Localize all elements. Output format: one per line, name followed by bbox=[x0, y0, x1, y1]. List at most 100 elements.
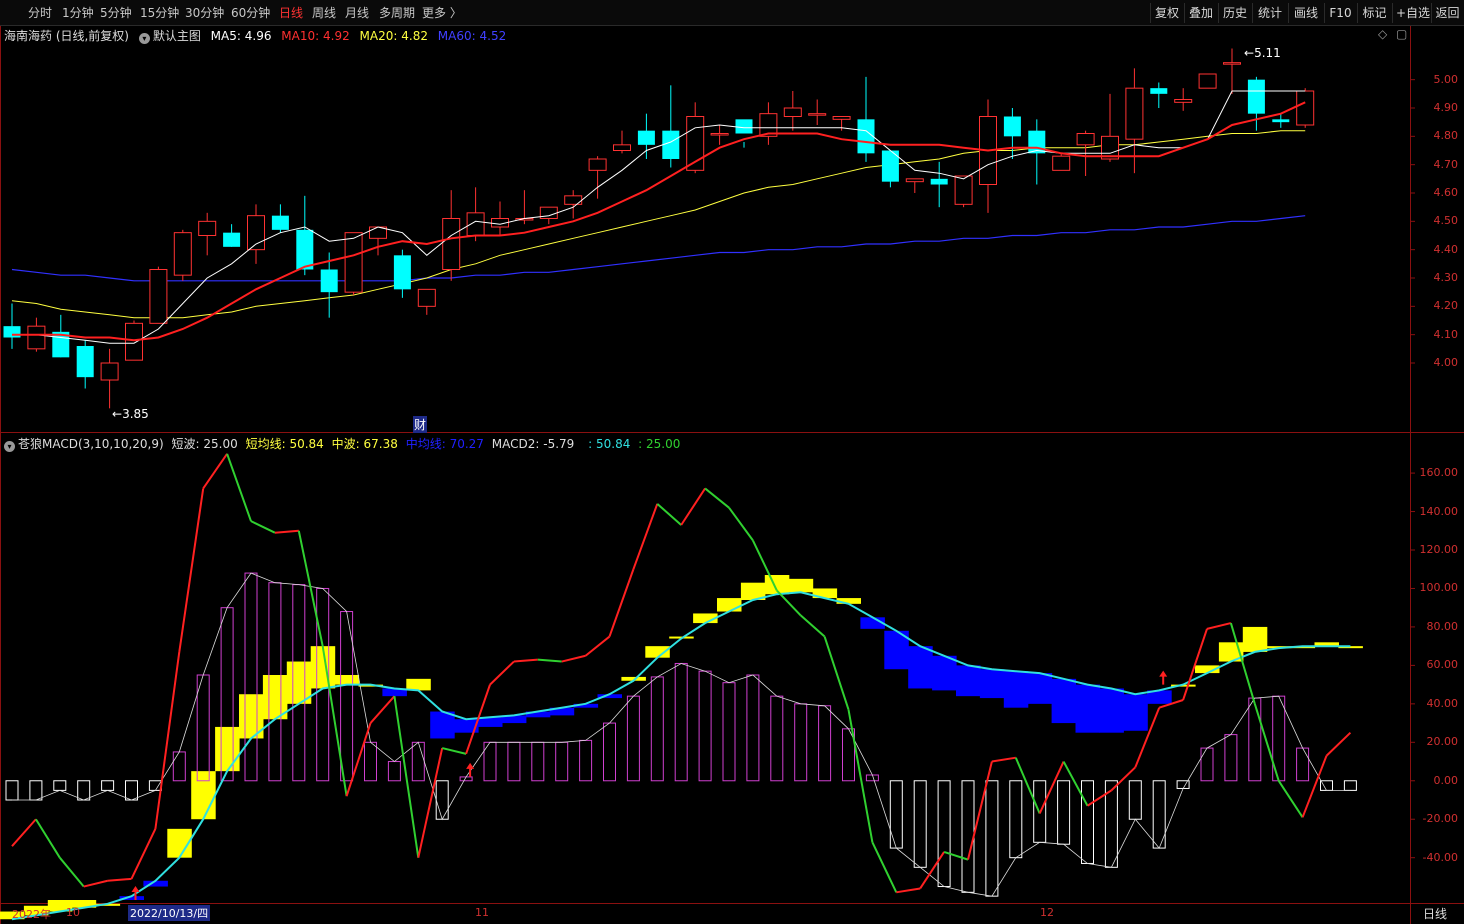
short-wave-segment bbox=[274, 529, 299, 534]
macd-tick-label: 120.00 bbox=[1419, 543, 1459, 556]
macd2-bar bbox=[364, 741, 377, 782]
macd2-bar bbox=[1224, 734, 1238, 782]
macd2-bar bbox=[148, 780, 162, 791]
dropdown-icon[interactable]: ▾ bbox=[138, 33, 150, 44]
band-block bbox=[645, 646, 670, 658]
finance-marker[interactable]: 财 bbox=[413, 416, 428, 433]
candle-body bbox=[223, 232, 241, 247]
macd2-bar bbox=[340, 611, 354, 782]
band-block bbox=[1051, 678, 1077, 724]
macd2-bar bbox=[698, 670, 712, 782]
short-wave-segment bbox=[1206, 622, 1232, 630]
short-wave-segment bbox=[728, 507, 754, 541]
short-wave-segment bbox=[1086, 789, 1112, 807]
band-block bbox=[1099, 688, 1124, 733]
price-tick-label: 4.20 bbox=[1433, 299, 1459, 313]
short-wave-segment bbox=[130, 828, 157, 880]
macd2-bar bbox=[1057, 780, 1071, 845]
diamond-icon[interactable]: ◇ bbox=[1378, 27, 1387, 41]
candle-body bbox=[1296, 90, 1315, 126]
candle-body bbox=[125, 322, 143, 361]
short-wave-segment bbox=[1062, 761, 1089, 807]
macd2-bar bbox=[937, 780, 951, 888]
macd2-bar bbox=[29, 780, 43, 801]
candle-body bbox=[296, 229, 314, 270]
short-wave-segment bbox=[561, 654, 586, 663]
macd2-bar bbox=[172, 751, 186, 782]
short-wave-segment bbox=[35, 818, 61, 859]
candle-body bbox=[1125, 87, 1144, 140]
short-wave-segment bbox=[441, 747, 467, 755]
short-wave-segment bbox=[967, 761, 993, 860]
short-wave-segment bbox=[489, 660, 515, 686]
period-indicator: 日线 bbox=[1423, 907, 1448, 921]
short-wave-segment bbox=[1038, 761, 1065, 814]
macd2-bar bbox=[1200, 747, 1214, 782]
band-block bbox=[788, 578, 814, 593]
band-block bbox=[956, 665, 981, 697]
buy-arrow-icon bbox=[1159, 670, 1168, 685]
macd2-bar bbox=[913, 780, 927, 868]
candle-body bbox=[1247, 79, 1265, 114]
candle-body bbox=[857, 119, 875, 154]
macd2-label: MACD2: bbox=[491, 437, 540, 451]
ma60-value: 4.52 bbox=[479, 29, 507, 43]
macd2-bar bbox=[722, 682, 736, 782]
band-block bbox=[979, 669, 1005, 699]
candle-body bbox=[442, 218, 461, 270]
indicator-name[interactable]: 苍狼MACD(3,10,10,20,9) bbox=[18, 437, 164, 451]
macd2-bar bbox=[794, 703, 808, 782]
macd2-bar bbox=[1128, 780, 1142, 820]
band-block bbox=[1027, 673, 1053, 704]
macd2-line bbox=[12, 572, 1351, 897]
macd2-bar bbox=[818, 705, 832, 782]
kline-chart-canvas[interactable] bbox=[0, 0, 1464, 924]
ma60-label: MA60: bbox=[437, 29, 476, 43]
candle-body bbox=[1198, 73, 1217, 89]
band-block bbox=[1242, 626, 1268, 652]
macd-tick-label: 80.00 bbox=[1426, 619, 1459, 633]
macd-tick-label: 40.00 bbox=[1426, 696, 1459, 710]
band-block bbox=[1075, 684, 1100, 733]
candle-body bbox=[344, 232, 363, 293]
price-tick-label: 4.90 bbox=[1433, 101, 1459, 114]
short-wave-segment bbox=[513, 658, 538, 663]
dropdown-icon[interactable]: ▾ bbox=[4, 441, 15, 452]
ma20-value: 4.82 bbox=[401, 29, 428, 43]
price-tick-label: 4.50 bbox=[1433, 214, 1459, 228]
band-block bbox=[932, 655, 957, 691]
short-wave-segment bbox=[537, 658, 562, 663]
short-wave-segment bbox=[83, 879, 108, 888]
short-avg-line bbox=[11, 591, 1351, 921]
macd2-bar bbox=[101, 780, 115, 791]
short-wave-segment bbox=[417, 747, 444, 858]
macd2-bar bbox=[411, 741, 425, 782]
maximize-icon[interactable]: ▢ bbox=[1396, 27, 1407, 41]
short-wave-segment bbox=[154, 651, 181, 829]
short-wave-segment bbox=[250, 520, 276, 534]
sub-chart-legend: ▾ 苍狼MACD(3,10,10,20,9) 短波: 25.00 短均线: 50.… bbox=[4, 435, 680, 452]
candle-body bbox=[1272, 119, 1290, 123]
template-name[interactable]: 默认主图 bbox=[153, 29, 201, 43]
macd2-bar bbox=[770, 695, 784, 782]
short-wave-segment bbox=[226, 453, 252, 522]
candle-body bbox=[710, 133, 729, 136]
macd2-bar bbox=[77, 780, 91, 801]
short-wave-segment bbox=[107, 877, 132, 882]
macd-tick-label: 0.00 bbox=[1433, 773, 1459, 787]
price-tick-label: 4.80 bbox=[1433, 129, 1459, 143]
short-wave-segment bbox=[847, 709, 874, 843]
short-wave-segment bbox=[1253, 703, 1280, 782]
candle-body bbox=[588, 158, 607, 171]
cursor-date: 2022/10/13/四 bbox=[128, 905, 211, 921]
macd2-bar bbox=[125, 780, 138, 801]
macd-tick-label: -40.00 bbox=[1422, 850, 1458, 864]
short-wave-segment bbox=[1014, 757, 1041, 814]
band-block bbox=[215, 726, 240, 772]
price-tick-label: 4.70 bbox=[1433, 157, 1459, 171]
short-wave-segment bbox=[1301, 755, 1328, 818]
macd2-value: -5.79 bbox=[543, 437, 575, 451]
date-axis-year: 2022年 bbox=[12, 908, 51, 921]
candle-body bbox=[271, 215, 289, 230]
macd2-bar bbox=[1343, 780, 1357, 791]
